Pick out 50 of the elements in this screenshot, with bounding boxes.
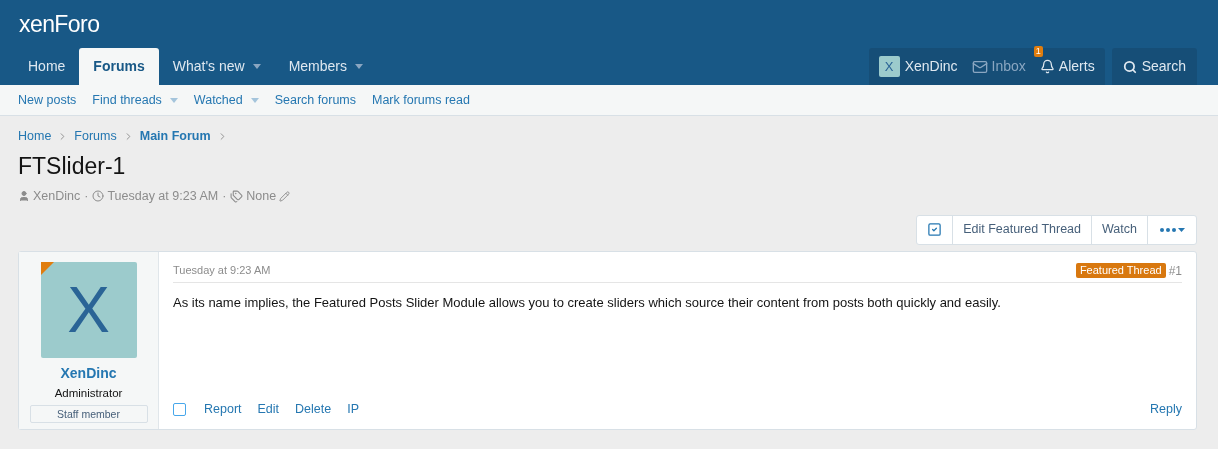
- post-number[interactable]: #1: [1168, 261, 1182, 280]
- user-title: Administrator: [54, 385, 123, 401]
- checkbox-icon: [927, 222, 943, 237]
- envelope-icon: [971, 58, 988, 75]
- reply-link[interactable]: Reply: [1150, 399, 1182, 419]
- bell-icon: [1039, 59, 1055, 74]
- search-icon: [1122, 59, 1137, 74]
- sub-nav-link[interactable]: New posts: [18, 90, 77, 110]
- post-username[interactable]: XenDinc: [60, 362, 117, 384]
- tags-icon: [230, 189, 244, 203]
- thread-date: Tuesday at 9:23 AM: [107, 187, 219, 205]
- post-action-link[interactable]: IP: [347, 399, 360, 419]
- user-icon: [18, 190, 30, 203]
- user-banner: Staff member: [29, 404, 148, 423]
- avatar-icon: X: [878, 56, 900, 77]
- post-action-link[interactable]: Report: [204, 399, 242, 419]
- featured-thread-label: Featured Thread: [1075, 263, 1166, 278]
- separator-dot: ·: [222, 187, 227, 205]
- post-action-link[interactable]: Edit: [257, 399, 280, 419]
- separator-dot: ·: [84, 187, 89, 205]
- nav-tab[interactable]: Home: [14, 48, 80, 85]
- account-link[interactable]: X XenDinc: [878, 56, 958, 77]
- author-link[interactable]: XenDinc: [33, 186, 81, 206]
- sub-nav-link[interactable]: Search forums: [274, 90, 356, 110]
- post-body: As its name implies, the Featured Posts Slider Module allows you to create sliders which source their content from posts both quickly and easily.: [173, 293, 1002, 312]
- post-date: Tuesday at 9:23 AM: [173, 263, 271, 279]
- nav-tab[interactable]: Forums: [79, 48, 159, 85]
- sub-nav-link[interactable]: Find threads: [92, 90, 178, 110]
- nav-tab[interactable]: Members: [274, 48, 377, 85]
- inbox-link[interactable]: Inbox: [971, 56, 1026, 77]
- thread-title: FTSlider-1: [18, 151, 127, 181]
- alerts-link[interactable]: Alerts: [1039, 56, 1095, 77]
- breadcrumb-link[interactable]: Forums: [74, 127, 117, 146]
- post-action-link[interactable]: Delete: [295, 399, 332, 419]
- site-logo[interactable]: xenForo: [19, 6, 100, 42]
- thread-action-button[interactable]: Watch: [1092, 215, 1148, 244]
- user-avatar[interactable]: X: [40, 261, 137, 358]
- breadcrumb-link[interactable]: Home: [18, 127, 52, 146]
- breadcrumb-link[interactable]: Main Forum: [139, 127, 211, 146]
- thread-action-button[interactable]: Edit Featured Thread: [953, 215, 1093, 244]
- ellipsis-caret-icon: [1159, 226, 1185, 233]
- clock-icon: [92, 190, 105, 203]
- search-button[interactable]: Search: [1111, 48, 1197, 85]
- sub-nav-link[interactable]: Watched: [193, 90, 259, 110]
- sub-nav-link[interactable]: Mark forums read: [372, 90, 470, 110]
- alert-count-badge: 1: [1033, 46, 1043, 57]
- pencil-icon[interactable]: [279, 190, 291, 202]
- nav-tab[interactable]: What's new: [158, 48, 275, 85]
- post-checkbox[interactable]: [173, 402, 186, 416]
- thread-tags: None: [246, 186, 277, 206]
